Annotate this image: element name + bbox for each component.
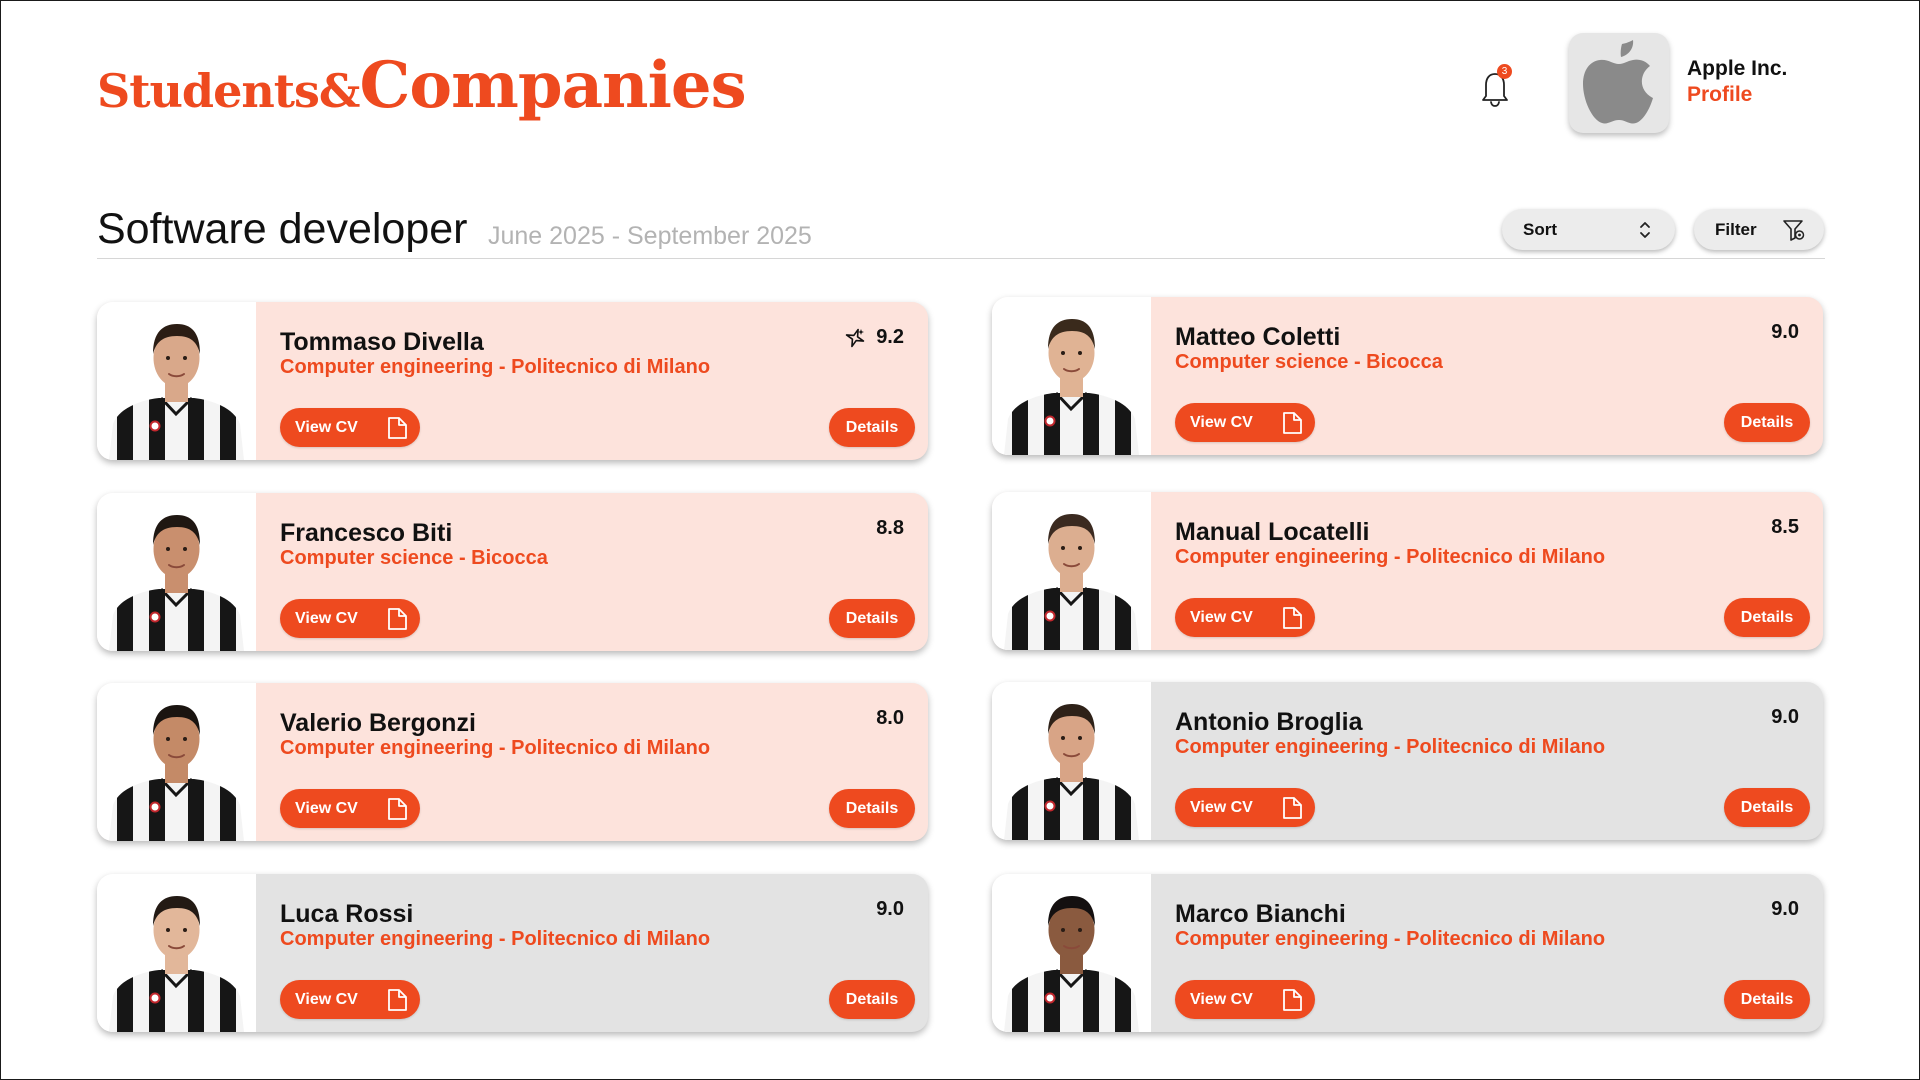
filter-settings-icon: [1783, 220, 1805, 241]
notification-count-badge: 3: [1497, 64, 1512, 79]
page-title: Software developer: [97, 205, 468, 253]
candidate-name: Tommaso Divella: [280, 328, 484, 356]
candidate-score: 8.8: [876, 517, 904, 540]
details-button[interactable]: Details: [829, 980, 915, 1019]
details-button[interactable]: Details: [1724, 980, 1810, 1019]
view-cv-button[interactable]: View CV: [280, 408, 420, 447]
document-icon: [388, 989, 407, 1011]
candidate-name: Francesco Biti: [280, 519, 453, 547]
score-value: 9.0: [1771, 321, 1799, 343]
candidate-name: Manual Locatelli: [1175, 518, 1370, 546]
candidate-score: 9.2: [844, 326, 904, 349]
candidate-name: Valerio Bergonzi: [280, 709, 476, 737]
view-cv-button[interactable]: View CV: [280, 599, 420, 638]
brand-logo-part2: Companies: [359, 48, 746, 123]
candidate-school: Computer engineering - Politecnico di Mi…: [280, 737, 711, 759]
candidate-photo: [97, 874, 256, 1032]
candidate-card: Manual Locatelli Computer engineering - …: [992, 492, 1823, 650]
view-cv-button[interactable]: View CV: [280, 789, 420, 828]
candidate-score: 9.0: [1771, 706, 1799, 729]
filter-button[interactable]: Filter: [1694, 209, 1824, 250]
score-value: 9.2: [876, 326, 904, 348]
candidate-school: Computer engineering - Politecnico di Mi…: [1175, 546, 1606, 568]
score-value: 9.0: [1771, 898, 1799, 920]
score-value: 8.5: [1771, 516, 1799, 538]
notifications-button[interactable]: 3: [1478, 64, 1512, 108]
divider: [97, 258, 1825, 259]
view-cv-button[interactable]: View CV: [1175, 403, 1315, 442]
candidate-photo: [992, 297, 1151, 455]
details-button[interactable]: Details: [1724, 598, 1810, 637]
profile-link[interactable]: Profile: [1687, 83, 1752, 107]
candidate-card: Valerio Bergonzi Computer engineering - …: [97, 683, 928, 841]
document-icon: [388, 417, 407, 439]
company-name: Apple Inc.: [1687, 57, 1788, 80]
candidate-photo: [992, 682, 1151, 840]
brand-logo-part1: Students&: [97, 64, 360, 118]
candidate-card: Antonio Broglia Computer engineering - P…: [992, 682, 1823, 840]
details-button[interactable]: Details: [1724, 403, 1810, 442]
view-cv-label: View CV: [295, 418, 358, 436]
candidate-school: Computer engineering - Politecnico di Mi…: [1175, 736, 1606, 758]
view-cv-button[interactable]: View CV: [1175, 598, 1315, 637]
apple-logo-icon: [1583, 40, 1653, 124]
view-cv-label: View CV: [1190, 608, 1253, 626]
candidate-photo: [97, 683, 256, 841]
candidate-card: Tommaso Divella Computer engineering - P…: [97, 302, 928, 460]
candidate-school: Computer science - Bicocca: [1175, 351, 1443, 373]
candidate-photo: [992, 874, 1151, 1032]
candidate-score: 9.0: [1771, 898, 1799, 921]
candidate-score: 8.0: [876, 707, 904, 730]
candidate-name: Antonio Broglia: [1175, 708, 1363, 736]
candidate-photo: [97, 302, 256, 460]
details-button[interactable]: Details: [829, 789, 915, 828]
view-cv-label: View CV: [295, 609, 358, 627]
view-cv-label: View CV: [1190, 990, 1253, 1008]
details-button[interactable]: Details: [829, 408, 915, 447]
score-value: 9.0: [876, 898, 904, 920]
candidate-score: 8.5: [1771, 516, 1799, 539]
candidate-score: 9.0: [876, 898, 904, 921]
document-icon: [1283, 607, 1302, 629]
candidate-name: Luca Rossi: [280, 900, 414, 928]
candidate-photo: [97, 493, 256, 651]
details-button[interactable]: Details: [1724, 788, 1810, 827]
candidate-name: Marco Bianchi: [1175, 900, 1346, 928]
view-cv-label: View CV: [295, 990, 358, 1008]
document-icon: [388, 798, 407, 820]
company-avatar[interactable]: [1569, 33, 1669, 133]
document-icon: [1283, 412, 1302, 434]
view-cv-button[interactable]: View CV: [1175, 980, 1315, 1019]
filter-label: Filter: [1715, 219, 1757, 239]
chevron-up-down-icon: [1640, 222, 1650, 238]
document-icon: [1283, 989, 1302, 1011]
view-cv-button[interactable]: View CV: [280, 980, 420, 1019]
score-value: 8.8: [876, 517, 904, 539]
candidate-card: Luca Rossi Computer engineering - Polite…: [97, 874, 928, 1032]
candidate-school: Computer engineering - Politecnico di Mi…: [1175, 928, 1606, 950]
document-icon: [388, 608, 407, 630]
view-cv-label: View CV: [295, 799, 358, 817]
brand-logo[interactable]: Students&Companies: [97, 48, 747, 123]
candidate-card: Marco Bianchi Computer engineering - Pol…: [992, 874, 1823, 1032]
document-icon: [1283, 797, 1302, 819]
score-value: 8.0: [876, 707, 904, 729]
sort-dropdown[interactable]: Sort: [1502, 209, 1675, 250]
candidate-card: Matteo Coletti Computer science - Bicocc…: [992, 297, 1823, 455]
view-cv-label: View CV: [1190, 413, 1253, 431]
sparkle-icon: [845, 328, 865, 347]
candidate-school: Computer engineering - Politecnico di Mi…: [280, 928, 711, 950]
candidate-card: Francesco Biti Computer science - Bicocc…: [97, 493, 928, 651]
score-value: 9.0: [1771, 706, 1799, 728]
candidate-score: 9.0: [1771, 321, 1799, 344]
details-button[interactable]: Details: [829, 599, 915, 638]
view-cv-label: View CV: [1190, 798, 1253, 816]
candidate-school: Computer engineering - Politecnico di Mi…: [280, 356, 711, 378]
candidate-school: Computer science - Bicocca: [280, 547, 548, 569]
candidate-photo: [992, 492, 1151, 650]
view-cv-button[interactable]: View CV: [1175, 788, 1315, 827]
candidate-name: Matteo Coletti: [1175, 323, 1341, 351]
date-range: June 2025 - September 2025: [488, 222, 812, 250]
sort-label: Sort: [1523, 219, 1557, 239]
